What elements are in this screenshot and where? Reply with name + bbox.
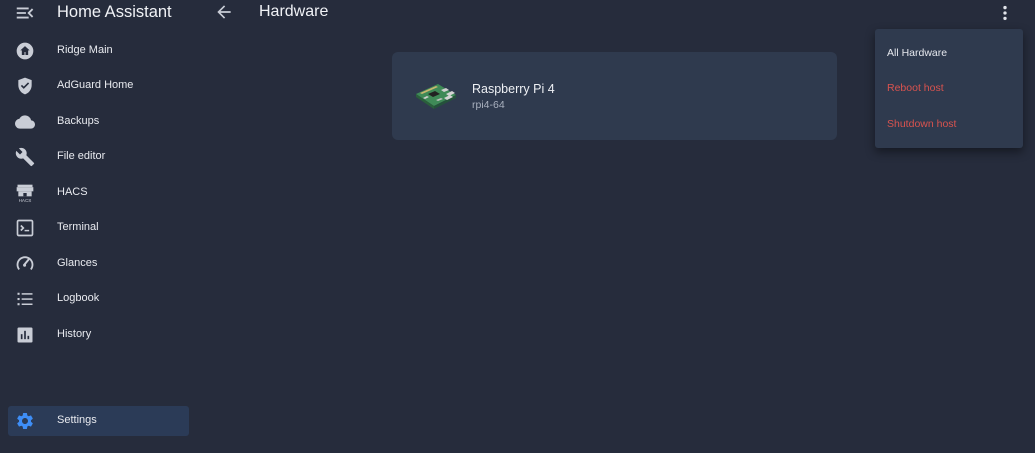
sidebar-item-label: HACS bbox=[57, 186, 88, 198]
sidebar: Home Assistant Ridge Main AdGuard Home B… bbox=[0, 0, 200, 453]
sidebar-item-label: AdGuard Home bbox=[57, 79, 134, 91]
sidebar-header: Home Assistant bbox=[0, 0, 200, 26]
dots-vertical-icon[interactable] bbox=[995, 3, 1015, 23]
gauge-icon bbox=[15, 254, 35, 274]
console-icon bbox=[15, 218, 35, 238]
menu-open-icon[interactable] bbox=[14, 2, 36, 24]
sidebar-item-backups[interactable]: Backups bbox=[8, 107, 189, 137]
overflow-menu: All Hardware Reboot host Shutdown host bbox=[875, 29, 1023, 148]
sidebar-item-label: Terminal bbox=[57, 221, 99, 233]
raspberry-pi-board-icon bbox=[414, 79, 458, 113]
sidebar-item-label: Backups bbox=[57, 115, 100, 127]
menu-item-label: Reboot host bbox=[887, 82, 944, 94]
chart-box-icon bbox=[15, 325, 35, 345]
sidebar-item-label: Logbook bbox=[57, 292, 100, 304]
wrench-icon bbox=[15, 147, 35, 167]
sidebar-item-ridge-main[interactable]: Ridge Main bbox=[8, 36, 189, 66]
app-title: Home Assistant bbox=[57, 3, 172, 21]
sidebar-item-label: Glances bbox=[57, 257, 98, 269]
menu-item-label: All Hardware bbox=[887, 47, 948, 59]
board-id: rpi4-64 bbox=[472, 99, 505, 111]
sidebar-item-terminal[interactable]: Terminal bbox=[8, 213, 189, 243]
sidebar-item-settings[interactable]: Settings bbox=[8, 406, 189, 436]
format-list-icon bbox=[15, 289, 35, 309]
sidebar-item-history[interactable]: History bbox=[8, 320, 189, 350]
sidebar-item-label: History bbox=[57, 328, 92, 340]
arrow-left-icon[interactable] bbox=[214, 2, 234, 22]
menu-item-reboot-host[interactable]: Reboot host bbox=[875, 73, 1023, 103]
cloud-icon bbox=[15, 112, 35, 132]
cog-icon bbox=[15, 411, 35, 431]
sidebar-item-file-editor[interactable]: File editor bbox=[8, 142, 189, 172]
sidebar-item-label: File editor bbox=[57, 150, 106, 162]
sidebar-item-label: Ridge Main bbox=[57, 44, 113, 56]
hardware-board-card[interactable]: Raspberry Pi 4 rpi4-64 bbox=[392, 52, 837, 140]
hacs-icon-text: HACS bbox=[19, 198, 32, 203]
sidebar-item-glances[interactable]: Glances bbox=[8, 249, 189, 279]
board-name: Raspberry Pi 4 bbox=[472, 82, 555, 96]
home-icon bbox=[15, 41, 35, 61]
menu-item-shutdown-host[interactable]: Shutdown host bbox=[875, 109, 1023, 139]
top-app-bar: Hardware bbox=[200, 0, 1035, 26]
sidebar-item-label: Settings bbox=[57, 414, 97, 426]
hacs-store-icon: HACS bbox=[15, 183, 35, 203]
menu-item-all-hardware[interactable]: All Hardware bbox=[875, 38, 1023, 68]
sidebar-item-logbook[interactable]: Logbook bbox=[8, 284, 189, 314]
shield-check-icon bbox=[15, 76, 35, 96]
sidebar-item-hacs[interactable]: HACS HACS bbox=[8, 178, 189, 208]
page-title: Hardware bbox=[259, 3, 329, 20]
sidebar-item-adguard-home[interactable]: AdGuard Home bbox=[8, 71, 189, 101]
menu-item-label: Shutdown host bbox=[887, 118, 957, 130]
